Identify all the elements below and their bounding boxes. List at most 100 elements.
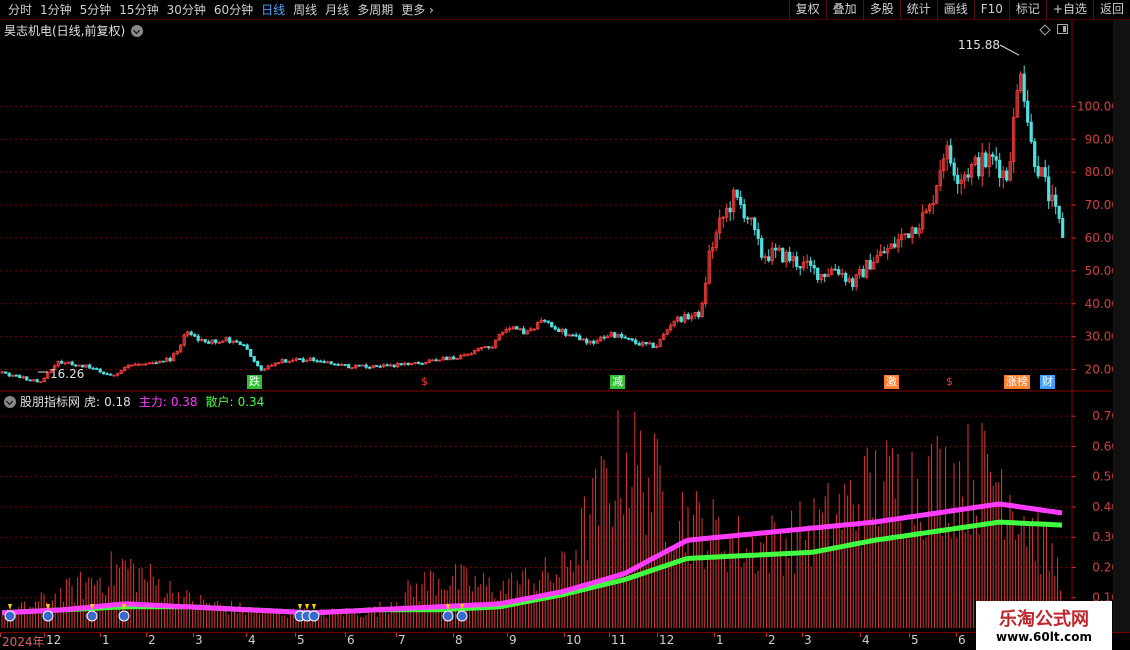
month-label: 2 [768, 633, 776, 647]
candle-body [882, 251, 886, 254]
period-tab-5[interactable]: 60分钟 [210, 2, 257, 18]
tool-buttons: 复权 叠加 多股 统计 画线 F10 标记 +自选 返回 [788, 0, 1130, 20]
candle-body [228, 337, 232, 343]
tool-button-8[interactable]: 返回 [1092, 0, 1130, 20]
month-tick [295, 633, 296, 637]
period-tab-6[interactable]: 日线 [257, 2, 289, 18]
candle-body [966, 174, 970, 178]
tool-button-1[interactable]: 叠加 [825, 0, 863, 20]
candle-body [109, 373, 113, 376]
price-chart[interactable]: 20.0030.0040.0050.0060.0070.0080.0090.00… [0, 20, 1130, 392]
candle-body [336, 363, 340, 366]
candle-body [812, 265, 816, 269]
candle-body [952, 162, 956, 176]
period-tab-10[interactable]: 更多 › [397, 2, 438, 18]
period-tab-7[interactable]: 周线 [289, 2, 321, 18]
period-tab-8[interactable]: 月线 [321, 2, 353, 18]
diamond-icon[interactable] [1039, 24, 1051, 36]
candle-body [798, 266, 802, 269]
period-tab-1[interactable]: 1分钟 [36, 2, 76, 18]
tool-button-2[interactable]: 多股 [862, 0, 900, 20]
watermark: 乐淘公式网 www.60lt.com [976, 601, 1112, 650]
month-tick [909, 633, 910, 637]
event-tag[interactable]: 减 [610, 375, 625, 389]
candle-body [602, 336, 606, 339]
candle-body [907, 233, 911, 238]
candle-body [833, 268, 837, 271]
indicator-title-bar[interactable]: 股朋指标网 虎: 0.18 主力: 0.38 散户: 0.34 [4, 393, 264, 410]
tool-button-0[interactable]: 复权 [788, 0, 826, 20]
candle-body [35, 379, 39, 383]
event-tag[interactable]: $ [944, 375, 955, 389]
month-label: 1 [102, 633, 110, 647]
indicator-panel[interactable]: 0.10 0.20 0.30 0.40 0.50 0.60 0.70 股朋指标网 虎: 0.… [0, 392, 1130, 632]
month-tick [0, 633, 1, 637]
month-tick [860, 633, 861, 637]
main-force-label: 主力: [138, 395, 167, 409]
candle-body [196, 335, 200, 341]
candle-body [368, 366, 372, 369]
candle-body [25, 376, 29, 381]
candle-body [844, 272, 848, 282]
candle-body [651, 342, 655, 349]
month-label: 4 [248, 633, 256, 647]
retail-label: 散户: [205, 395, 234, 409]
indicator-name: 股朋指标网 [20, 395, 81, 409]
month-tick [802, 633, 803, 637]
month-tick [609, 633, 610, 637]
month-tick [507, 633, 508, 637]
chevron-down-icon[interactable] [4, 395, 16, 408]
tool-button-7[interactable]: +自选 [1045, 0, 1093, 20]
event-tag[interactable]: 激 [884, 375, 899, 389]
candle-body [753, 217, 757, 231]
candle-body [984, 152, 988, 168]
candle-body [578, 335, 582, 341]
month-label: 7 [398, 633, 406, 647]
candle-body [627, 337, 631, 340]
candle-body [347, 364, 351, 369]
chevron-down-icon[interactable] [131, 24, 144, 37]
period-tabs: 分时 1分钟 5分钟 15分钟 30分钟 60分钟 日线 周线 月线 多周期 更多 › [4, 2, 438, 18]
window-toggle-icon[interactable] [1057, 24, 1068, 34]
candle-body [1005, 170, 1009, 181]
event-tag[interactable]: 涨榜 [1004, 375, 1030, 389]
price-panel[interactable]: 20.00 30.00 40.00 50.00 60.00 70.00 80.00 90.00… [0, 20, 1130, 392]
candle-body [284, 359, 288, 363]
candle-body [140, 363, 144, 366]
event-tag[interactable]: $ [419, 375, 430, 389]
tool-button-6[interactable]: 标记 [1008, 0, 1046, 20]
period-tab-4[interactable]: 30分钟 [163, 2, 210, 18]
candle-body [242, 344, 246, 347]
candle-body [154, 362, 158, 365]
candle-body [893, 243, 897, 248]
period-tab-3[interactable]: 15分钟 [115, 2, 162, 18]
candle-body [697, 311, 701, 318]
candle-body [767, 256, 771, 262]
candle-body [319, 360, 323, 363]
month-label: 12 [46, 633, 62, 647]
candle-body [956, 174, 960, 184]
candle-body [571, 334, 575, 337]
candle-body [949, 145, 953, 164]
candle-body [914, 227, 918, 234]
period-tab-2[interactable]: 5分钟 [76, 2, 116, 18]
main-force-line [1, 501, 1063, 616]
stock-title-bar[interactable]: 昊志机电(日线,前复权) [4, 22, 144, 39]
month-label: 12 [659, 633, 675, 647]
candle-body [837, 269, 841, 275]
candle-body [546, 320, 550, 323]
indicator-chart[interactable]: 0.100.200.300.400.500.600.70 [0, 392, 1130, 632]
period-tab-0[interactable]: 分时 [4, 2, 36, 18]
tiger-label: 虎: [84, 395, 101, 409]
candle-body [60, 361, 64, 364]
tool-button-4[interactable]: 画线 [936, 0, 974, 20]
period-toolbar: 分时 1分钟 5分钟 15分钟 30分钟 60分钟 日线 周线 月线 多周期 更多 › 复权 叠加 多股… [0, 0, 1130, 20]
candle-body [998, 159, 1002, 178]
event-tag[interactable]: 跌 [247, 375, 262, 389]
event-tag[interactable]: 财 [1040, 375, 1055, 389]
tool-button-3[interactable]: 统计 [899, 0, 937, 20]
candle-body [816, 267, 820, 280]
right-sidebar[interactable] [1113, 20, 1130, 632]
period-tab-9[interactable]: 多周期 [353, 2, 397, 18]
tool-button-5[interactable]: F10 [973, 0, 1009, 20]
